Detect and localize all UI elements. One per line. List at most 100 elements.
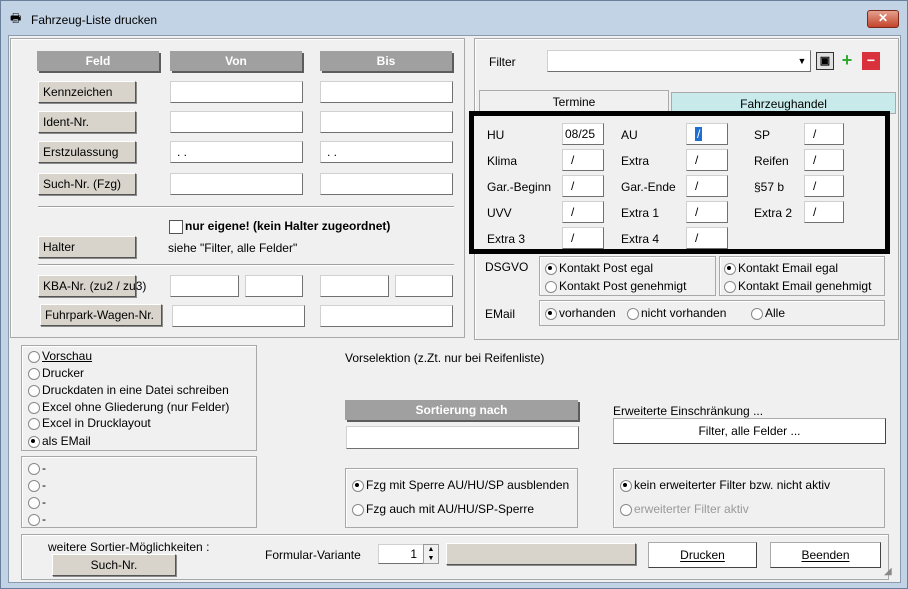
radio-filter-aktiv[interactable]: erweiterter Filter aktiv <box>620 502 749 516</box>
radio-email-egal[interactable]: Kontakt Email egal <box>724 261 838 275</box>
kennzeichen-bis-input[interactable] <box>320 81 453 103</box>
row-label-kennzeichen[interactable]: Kennzeichen <box>38 81 136 103</box>
termin-input-reifen[interactable]: / <box>804 149 844 171</box>
header-von: Von <box>170 51 302 71</box>
such-nr-von-input[interactable] <box>170 173 303 195</box>
plus-icon[interactable]: + <box>838 51 856 70</box>
filter-alle-felder-button[interactable]: Filter, alle Felder ... <box>613 418 886 444</box>
filter-label: Filter <box>489 55 516 69</box>
radio-sperre-ausblenden[interactable]: Fzg mit Sperre AU/HU/SP ausblenden <box>352 478 569 492</box>
termin-label-uvv: UVV <box>487 206 512 220</box>
progress-bar <box>446 543 636 565</box>
termin-input-klima[interactable]: / <box>562 149 604 171</box>
row-label-such-nr[interactable]: Such-Nr. (Fzg) <box>38 173 136 195</box>
radio-post-egal[interactable]: Kontakt Post egal <box>545 261 653 275</box>
kba-bis-1-input[interactable] <box>320 275 389 297</box>
email-group: vorhanden nicht vorhanden Alle <box>539 300 885 326</box>
radio-drucker[interactable]: Drucker <box>28 366 84 380</box>
such-nr-bis-input[interactable] <box>320 173 453 195</box>
formular-variante-label: Formular-Variante <box>265 548 361 562</box>
termin-value-au: / <box>695 127 703 141</box>
sortierung-input[interactable] <box>346 426 579 449</box>
radio-vorschau[interactable]: Vorschau <box>28 349 92 363</box>
radio-excel-ohne[interactable]: Excel ohne Gliederung (nur Felder) <box>28 400 229 414</box>
filter-select[interactable] <box>547 50 811 72</box>
fuhrpark-bis-input[interactable] <box>320 305 453 327</box>
termin-input-uvv[interactable]: / <box>562 201 604 223</box>
termin-input-extra1[interactable]: / <box>686 201 728 223</box>
save-icon[interactable]: ▣ <box>816 52 834 70</box>
sperre-group: Fzg mit Sperre AU/HU/SP ausblenden Fzg a… <box>345 468 578 528</box>
termin-label-hu: HU <box>487 128 505 142</box>
filter-status-group: kein erweiterter Filter bzw. nicht aktiv… <box>613 468 885 528</box>
kba-nr-button[interactable]: KBA-Nr. (zu2 / zu3) <box>38 275 146 297</box>
termin-label-extra2: Extra 2 <box>754 206 793 220</box>
beenden-button[interactable]: Beenden <box>770 542 881 568</box>
erstzulassung-bis-input[interactable]: . . <box>320 141 453 163</box>
chevron-down-icon[interactable]: ▼ <box>796 54 808 68</box>
kba-von-1-input[interactable] <box>170 275 239 297</box>
window-title: Fahrzeug-Liste drucken <box>31 13 158 27</box>
drucken-button[interactable]: Drucken <box>648 542 757 568</box>
kennzeichen-von-input[interactable] <box>170 81 303 103</box>
termin-input-extra4[interactable]: / <box>686 227 728 249</box>
termin-input-au[interactable]: / <box>686 123 728 145</box>
ident-bis-input[interactable] <box>320 111 453 133</box>
radio-dash-1[interactable]: - <box>28 461 46 475</box>
sortierung-header: Sortierung nach <box>345 400 578 420</box>
termin-label-au: AU <box>621 128 638 142</box>
termin-input-57b[interactable]: / <box>804 175 844 197</box>
header-feld: Feld <box>37 51 159 71</box>
resize-grip-icon[interactable]: ◢ <box>884 566 896 578</box>
radio-dash-4[interactable]: - <box>28 512 46 526</box>
termin-input-extra3[interactable]: / <box>562 227 604 249</box>
dsgvo-label: DSGVO <box>485 260 529 274</box>
termin-input-sp[interactable]: / <box>804 123 844 145</box>
fuhrpark-von-input[interactable] <box>172 305 305 327</box>
termin-input-hu[interactable]: 08/25 <box>562 123 604 145</box>
radio-dash-2[interactable]: - <box>28 478 46 492</box>
header-bis: Bis <box>320 51 452 71</box>
termin-label-sp: SP <box>754 128 771 142</box>
halter-button[interactable]: Halter <box>38 236 136 258</box>
termin-label-gar-beginn: Gar.-Beginn <box>487 180 552 194</box>
minus-icon[interactable]: − <box>862 52 880 70</box>
termin-label-57b: §57 b <box>754 180 785 194</box>
radio-post-genehmigt[interactable]: Kontakt Post genehmigt <box>545 279 686 293</box>
kba-bis-2-input[interactable] <box>395 275 453 297</box>
dsgvo-email-group: Kontakt Email egal Kontakt Email genehmi… <box>719 256 885 296</box>
halter-hint: siehe "Filter, alle Felder" <box>168 241 298 255</box>
radio-email-vorhanden[interactable]: vorhanden <box>545 306 616 320</box>
termin-input-extra[interactable]: / <box>686 149 728 171</box>
ident-von-input[interactable] <box>170 111 303 133</box>
fuhrpark-button[interactable]: Fuhrpark-Wagen-Nr. <box>40 304 162 326</box>
termin-label-extra4: Extra 4 <box>621 232 660 246</box>
row-label-erstzulassung[interactable]: Erstzulassung <box>38 141 136 163</box>
kba-von-2-input[interactable] <box>245 275 303 297</box>
termin-label-extra: Extra <box>621 154 650 168</box>
radio-email-genehmigt[interactable]: Kontakt Email genehmigt <box>724 279 871 293</box>
formular-variante-input[interactable]: 1 <box>378 544 424 564</box>
termin-input-gar-beginn[interactable]: / <box>562 175 604 197</box>
radio-excel-layout[interactable]: Excel in Drucklayout <box>28 416 151 430</box>
radio-dash-3[interactable]: - <box>28 495 46 509</box>
email-label: EMail <box>485 307 516 321</box>
nur-eigene-checkbox[interactable]: nur eigene! (kein Halter zugeordnet) <box>169 219 390 234</box>
radio-kein-filter[interactable]: kein erweiterter Filter bzw. nicht aktiv <box>620 478 830 492</box>
extra-options-group: - - - - <box>21 456 257 528</box>
spinner-icon[interactable]: ▲ ▼ <box>423 544 439 564</box>
row-label-ident-nr[interactable]: Ident-Nr. <box>38 111 136 133</box>
radio-email-nicht-vorhanden[interactable]: nicht vorhanden <box>627 306 726 320</box>
radio-datei[interactable]: Druckdaten in eine Datei schreiben <box>28 383 229 397</box>
radio-email-alle[interactable]: Alle <box>751 306 785 320</box>
radio-sperre-auch[interactable]: Fzg auch mit AU/HU/SP-Sperre <box>352 502 534 516</box>
such-nr-button[interactable]: Such-Nr. <box>52 554 176 576</box>
erstzulassung-von-input[interactable]: . . <box>170 141 303 163</box>
termin-input-gar-ende[interactable]: / <box>686 175 728 197</box>
divider <box>38 264 454 266</box>
termin-input-extra2[interactable]: / <box>804 201 844 223</box>
weitere-sortier-label: weitere Sortier-Möglichkeiten : <box>48 540 210 554</box>
title-bar[interactable]: 🖶 Fahrzeug-Liste drucken ✕ <box>1 1 907 35</box>
radio-email[interactable]: als EMail <box>28 434 91 448</box>
close-button[interactable]: ✕ <box>867 10 899 28</box>
